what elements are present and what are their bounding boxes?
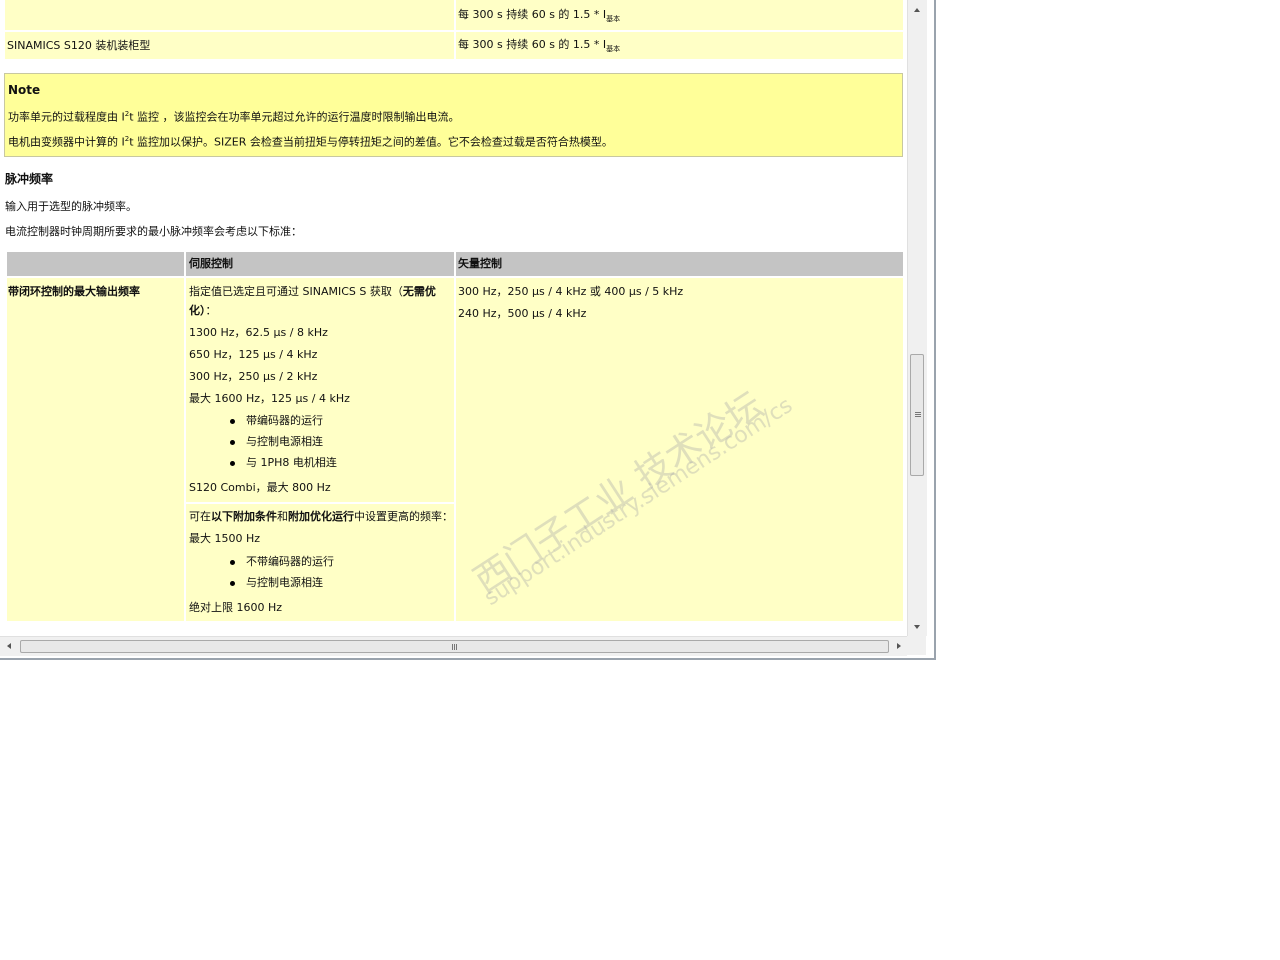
arrow-down-icon: [914, 625, 920, 629]
table-row-label: 带闭环控制的最大输出频率: [8, 285, 140, 298]
horizontal-scroll-thumb[interactable]: [20, 640, 889, 653]
vertical-scroll-thumb[interactable]: [910, 354, 924, 476]
document-content: 每 300 s 持续 60 s 的 1.5 * I基本 SINAMICS S12…: [0, 0, 906, 636]
top-table-row1-value: 每 300 s 持续 60 s 的 1.5 * I基本: [458, 8, 621, 24]
horizontal-scrollbar[interactable]: [0, 636, 907, 656]
servo-combi: S120 Combi，最大 800 Hz: [189, 481, 331, 494]
vector-value-2: 240 Hz，500 µs / 4 kHz: [458, 307, 587, 320]
top-table-row2-label-cell: SINAMICS S120 装机装柜型: [5, 32, 454, 59]
servo-value-3: 300 Hz，250 µs / 2 kHz: [189, 370, 318, 383]
top-table-row1-value-cell: 每 300 s 持续 60 s 的 1.5 * I基本: [456, 0, 903, 30]
scroll-left-button[interactable]: [0, 637, 19, 656]
scroll-up-button[interactable]: [908, 0, 927, 19]
help-viewer-window: 每 300 s 持续 60 s 的 1.5 * I基本 SINAMICS S12…: [0, 0, 936, 660]
table-header-vector: 矢量控制: [456, 252, 903, 276]
top-table-row2-value: 每 300 s 持续 60 s 的 1.5 * I基本: [458, 38, 621, 54]
servo-optimized-intro: 可在以下附加条件和附加优化运行中设置更高的频率：: [189, 510, 453, 523]
top-table-row2-label: SINAMICS S120 装机装柜型: [7, 39, 151, 52]
servo-optimized-bullet-item: 不带编码器的运行: [230, 555, 430, 569]
table-header-servo: 伺服控制: [186, 252, 454, 276]
servo-value-2: 650 Hz，125 µs / 4 kHz: [189, 348, 318, 361]
servo-bullet-item: 与 1PH8 电机相连: [230, 456, 430, 470]
arrow-up-icon: [914, 8, 920, 12]
servo-value-4: 最大 1600 Hz，125 µs / 4 kHz: [189, 392, 350, 405]
bullet-icon: [230, 560, 235, 565]
bullet-icon: [230, 461, 235, 466]
top-table-row2-value-cell: 每 300 s 持续 60 s 的 1.5 * I基本: [456, 32, 903, 59]
note-line-2: 电机由变频器中计算的 I2t 监控加以保护。SIZER 会检查当前扭矩与停转扭矩…: [8, 135, 613, 149]
scroll-down-button[interactable]: [908, 617, 927, 636]
arrow-left-icon: [7, 643, 11, 649]
vector-value-1: 300 Hz，250 µs / 4 kHz 或 400 µs / 5 kHz: [458, 285, 684, 298]
arrow-right-icon: [897, 643, 901, 649]
section-paragraph-2: 电流控制器时钟周期所要求的最小脉冲频率会考虑以下标准：: [5, 225, 302, 238]
bullet-icon: [230, 440, 235, 445]
bullet-icon: [230, 419, 235, 424]
servo-bullet-item: 带编码器的运行: [230, 414, 430, 428]
servo-intro-line-2: 化）：: [189, 304, 217, 317]
scroll-right-button[interactable]: [889, 637, 907, 656]
servo-optimized-limit: 绝对上限 1600 Hz: [189, 601, 283, 614]
section-paragraph-1: 输入用于选型的脉冲频率。: [5, 200, 137, 213]
table-header-empty: [7, 252, 184, 276]
table-row-label-cell: 带闭环控制的最大输出频率: [7, 278, 184, 621]
top-table-row1-label-cell: [5, 0, 454, 30]
servo-bullet-item: 与控制电源相连: [230, 435, 430, 449]
section-heading: 脉冲频率: [5, 172, 54, 186]
note-line-1: 功率单元的过载程度由 I2t 监控 ，该监控会在功率单元超过允许的运行温度时限制…: [8, 110, 460, 124]
bullet-icon: [230, 581, 235, 586]
servo-optimized-max: 最大 1500 Hz: [189, 532, 261, 545]
note-box: Note 功率单元的过载程度由 I2t 监控 ，该监控会在功率单元超过允许的运行…: [4, 73, 903, 157]
servo-optimized-bullet-item: 与控制电源相连: [230, 576, 430, 590]
servo-cell-optimized: 可在以下附加条件和附加优化运行中设置更高的频率： 最大 1500 Hz 不带编码…: [186, 504, 454, 621]
note-title: Note: [8, 83, 41, 97]
servo-value-1: 1300 Hz，62.5 µs / 8 kHz: [189, 326, 328, 339]
scrollbar-corner: [907, 636, 926, 655]
vertical-scrollbar[interactable]: [907, 0, 927, 636]
servo-cell-standard: 指定值已选定且可通过 SINAMICS S 获取（无需优 化）： 1300 Hz…: [186, 278, 454, 502]
servo-intro-line-1: 指定值已选定且可通过 SINAMICS S 获取（无需优: [189, 285, 436, 298]
